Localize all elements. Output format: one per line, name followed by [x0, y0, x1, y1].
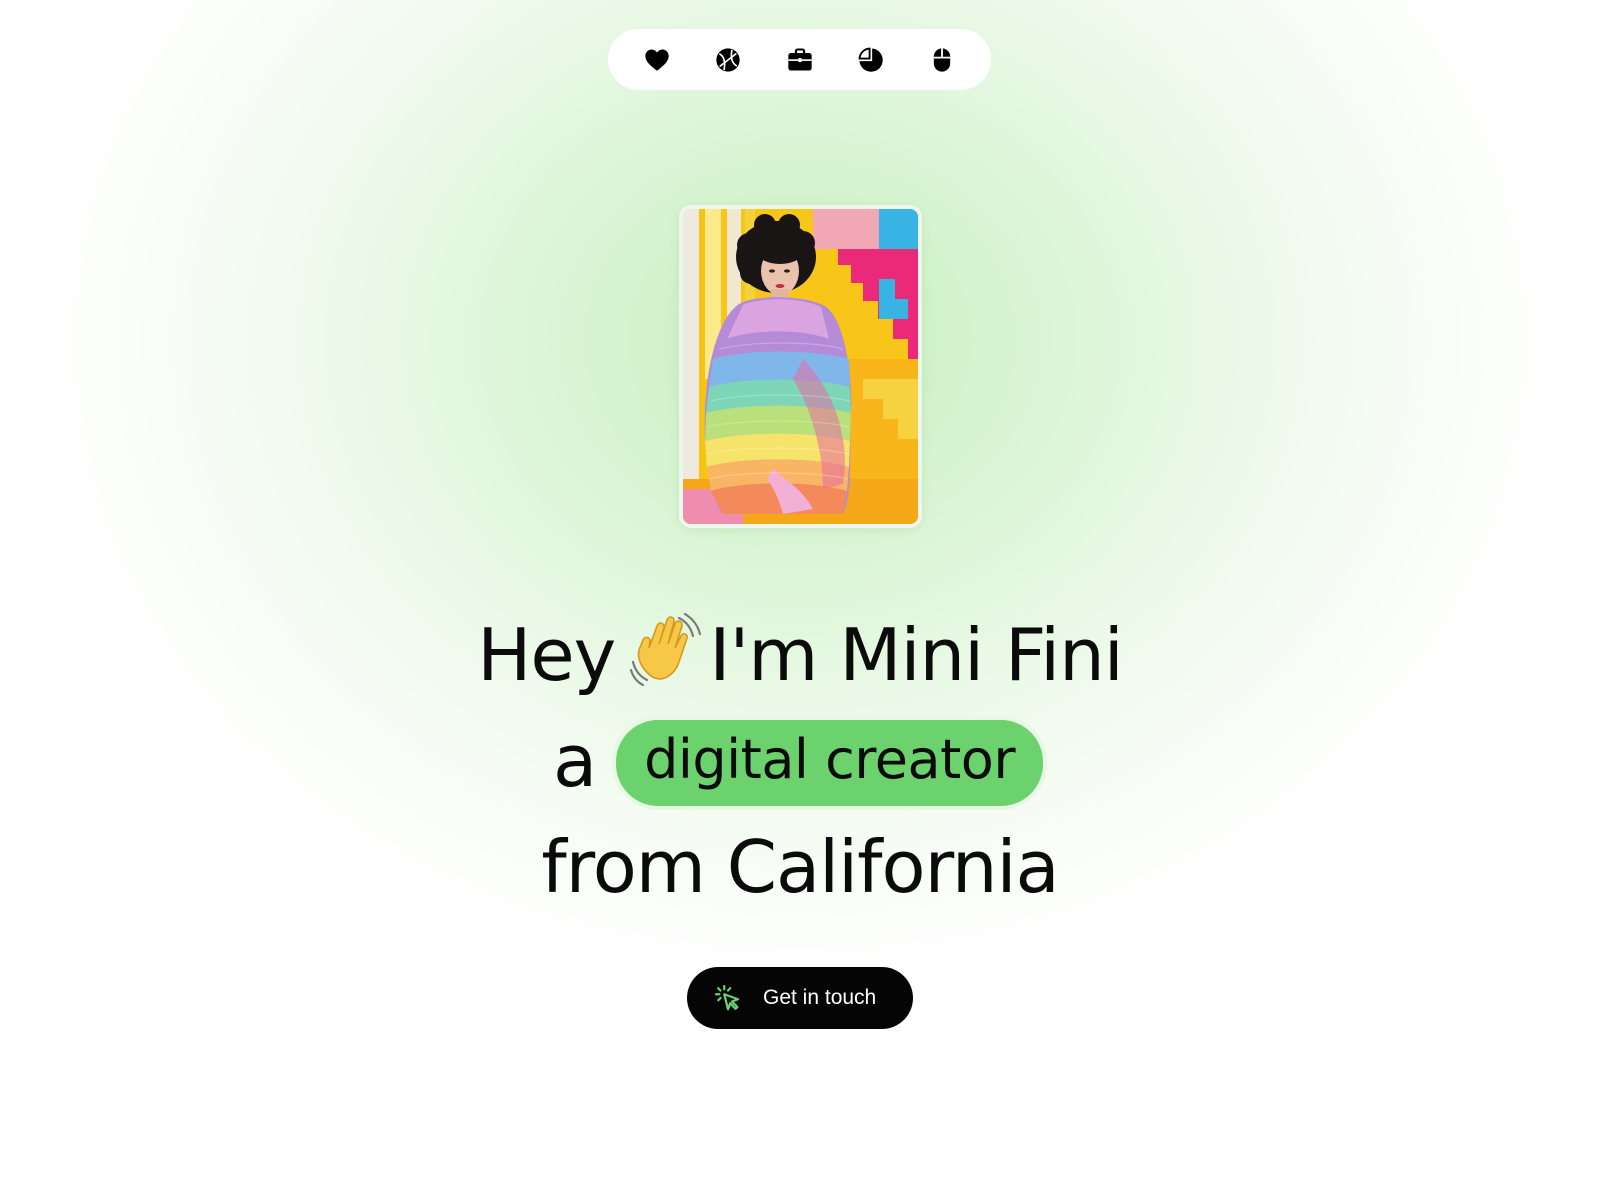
- get-in-touch-label: Get in touch: [763, 986, 877, 1009]
- pie-chart-icon: [858, 47, 883, 72]
- nav-mouse-button[interactable]: [925, 43, 959, 77]
- headline-line-2: a digital creator: [0, 708, 1600, 814]
- nav-heart-button[interactable]: [640, 43, 674, 77]
- top-nav: [608, 29, 991, 90]
- hero-headline: Hey I'm Mini Fini a digital creator from …: [0, 602, 1600, 920]
- cursor-click-icon: [715, 985, 740, 1011]
- headline-location: from California: [541, 825, 1059, 909]
- mouse-icon: [933, 47, 951, 72]
- heart-icon: [645, 49, 669, 71]
- headline-name: I'm Mini Fini: [709, 613, 1124, 697]
- profile-photo: [679, 205, 922, 528]
- get-in-touch-button[interactable]: Get in touch: [687, 967, 913, 1029]
- nav-briefcase-button[interactable]: [783, 43, 817, 77]
- role-highlight-pill: digital creator: [612, 716, 1048, 810]
- nav-pie-chart-button[interactable]: [854, 43, 888, 77]
- headline-greeting: Hey: [477, 613, 616, 697]
- profile-photo-illustration: [683, 209, 918, 524]
- briefcase-icon: [787, 47, 812, 70]
- headline-line-3: from California: [0, 814, 1600, 920]
- basketball-icon: [716, 47, 740, 72]
- nav-basketball-button[interactable]: [711, 43, 745, 77]
- headline-article: a: [552, 719, 597, 803]
- wave-emoji: [630, 612, 702, 687]
- headline-line-1: Hey I'm Mini Fini: [0, 602, 1600, 708]
